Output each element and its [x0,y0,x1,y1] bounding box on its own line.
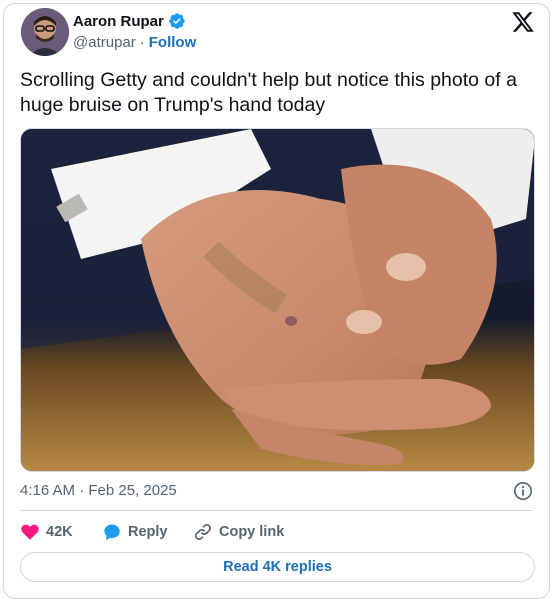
link-icon [194,523,212,541]
reply-label: Reply [128,524,168,540]
heart-icon [21,524,39,540]
speech-bubble-icon [104,524,120,540]
verified-badge-icon [168,12,186,30]
info-icon[interactable] [513,481,533,501]
read-replies-button[interactable]: Read 4K replies [20,552,535,582]
tweet-timestamp[interactable]: 4:16 AM · Feb 25, 2025 [20,482,177,499]
like-button[interactable]: 42K [20,522,102,542]
like-count: 42K [46,524,73,540]
action-bar: 42K Reply Copy link [20,520,284,544]
tweet-text: Scrolling Getty and couldn't help but no… [20,69,517,116]
author-name-row: Aaron Rupar [73,12,186,30]
tweet-card: Aaron Rupar @atrupar · Follow Scrolling … [3,3,550,599]
reply-button[interactable]: Reply [102,522,193,542]
author-name[interactable]: Aaron Rupar [73,13,164,30]
divider [20,510,533,511]
follow-button[interactable]: Follow [149,34,197,51]
separator-dot: · [139,34,145,51]
author-handle[interactable]: @atrupar [73,34,136,51]
x-logo-icon[interactable] [511,10,535,34]
copy-link-label: Copy link [219,524,285,540]
author-handle-row: @atrupar · Follow [73,34,196,51]
tweet-photo[interactable] [20,128,535,472]
copy-link-button[interactable]: Copy link [193,522,284,542]
avatar[interactable] [21,8,69,56]
